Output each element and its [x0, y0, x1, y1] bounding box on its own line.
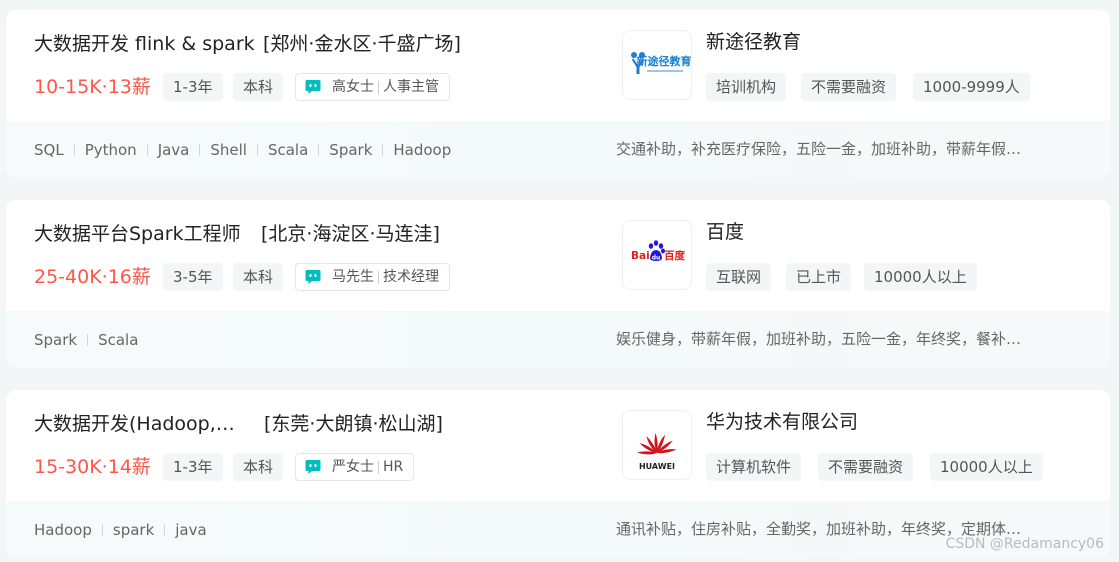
company-name[interactable]: 新途径教育 [706, 28, 801, 56]
company-benefits: 交通补助，补充医疗保险，五险一金，加班补助，带薪年假… [616, 140, 1022, 158]
csdn-watermark: CSDN @Redamancy06 [945, 536, 1104, 552]
skill-tag: Spark [329, 141, 373, 159]
job-card-header: 大数据开发 flink & spark [郑州·金水区·千盛广场] 10-15K… [6, 10, 1110, 121]
company-funding-tag: 不需要融资 [801, 73, 897, 101]
skill-tag: Shell [210, 141, 247, 159]
job-location: [郑州·金水区·千盛广场] [263, 33, 461, 55]
job-title[interactable]: 大数据开发(Hadoop,… [34, 410, 241, 438]
company-size-tag: 10000人以上 [864, 263, 977, 291]
chat-icon [305, 80, 321, 94]
divider [73, 144, 75, 156]
company-logo[interactable]: 新途径教育 [622, 30, 692, 100]
skill-tag: Hadoop [34, 521, 92, 539]
job-location: [北京·海淀区·马连洼] [261, 223, 440, 245]
recruiter-title: 人事主管 [383, 79, 439, 95]
job-list: 大数据开发 flink & spark [郑州·金水区·千盛广场] 10-15K… [0, 0, 1119, 562]
experience-tag: 1-3年 [163, 73, 223, 101]
skill-tags: SQL Python Java Shell Scala Spark Hadoop [34, 140, 451, 160]
divider [378, 460, 379, 474]
job-card-header: 大数据开发(Hadoop,… [东莞·大朗镇·松山湖] 15-30K·14薪 1… [6, 390, 1110, 501]
job-card-header: 大数据平台Spark工程师 [北京·海淀区·马连洼] 25-40K·16薪 3-… [6, 200, 1110, 311]
recruiter-name: 马先生 [332, 269, 374, 285]
chat-icon [305, 270, 321, 284]
divider [199, 144, 201, 156]
job-card[interactable]: 大数据平台Spark工程师 [北京·海淀区·马连洼] 25-40K·16薪 3-… [6, 200, 1110, 368]
job-salary: 15-30K·14薪 [34, 456, 151, 478]
degree-tag: 本科 [233, 73, 284, 101]
company-industry-tag: 互联网 [706, 263, 772, 291]
skill-tag: Hadoop [393, 141, 452, 159]
skill-tag: SQL [34, 141, 64, 159]
skill-tag: spark [112, 521, 155, 539]
degree-tag: 本科 [233, 263, 284, 291]
divider [256, 144, 258, 156]
company-name[interactable]: 百度 [706, 218, 744, 246]
job-card-footer: Spark Scala 娱乐健身，带薪年假，加班补助，五险一金，年终奖，餐补… [6, 311, 1110, 368]
divider [87, 334, 89, 346]
skill-tag: Spark [34, 331, 78, 349]
job-salary: 10-15K·13薪 [34, 76, 151, 98]
divider [382, 144, 384, 156]
company-benefits: 娱乐健身，带薪年假，加班补助，五险一金，年终奖，餐补… [616, 330, 1022, 348]
company-funding-tag: 不需要融资 [818, 453, 914, 481]
recruiter-chat-button[interactable]: 严女士 HR [295, 453, 415, 481]
recruiter-title: 技术经理 [383, 269, 439, 285]
divider [164, 524, 166, 536]
recruiter-chat-button[interactable]: 高女士 人事主管 [295, 73, 450, 101]
job-location: [东莞·大朗镇·松山湖] [264, 413, 443, 435]
baidu-logo-icon: du Bai 百度 [631, 240, 685, 262]
skill-tag: Scala [267, 141, 309, 159]
company-industry-tag: 计算机软件 [706, 453, 802, 481]
skill-tag: Java [157, 141, 190, 159]
skill-tag: Python [84, 141, 137, 159]
skill-tag: java [175, 521, 207, 539]
logo-wordmark: 新途径教育 [637, 54, 692, 68]
skill-tags: Hadoop spark java [34, 520, 207, 540]
company-funding-tag: 已上市 [786, 263, 852, 291]
divider [146, 144, 148, 156]
xintujing-logo-icon: 新途径教育 [631, 52, 692, 74]
company-logo[interactable]: du Bai 百度 [622, 220, 692, 290]
company-size-tag: 10000人以上 [930, 453, 1043, 481]
chat-icon [305, 460, 321, 474]
experience-tag: 1-3年 [163, 453, 223, 481]
divider [378, 80, 379, 94]
job-title[interactable]: 大数据开发 flink & spark [34, 30, 255, 58]
recruiter-chat-button[interactable]: 马先生 技术经理 [295, 263, 450, 291]
job-card[interactable]: 大数据开发 flink & spark [郑州·金水区·千盛广场] 10-15K… [6, 10, 1110, 178]
job-title[interactable]: 大数据平台Spark工程师 [34, 220, 241, 248]
company-industry-tag: 培训机构 [706, 73, 787, 101]
divider [101, 524, 103, 536]
recruiter-name: 高女士 [332, 79, 374, 95]
svg-text:HUAWEI: HUAWEI [639, 462, 675, 471]
divider [378, 270, 379, 284]
recruiter-name: 严女士 [332, 459, 374, 475]
svg-text:du: du [652, 255, 661, 262]
skill-tag: Scala [98, 331, 139, 349]
company-name[interactable]: 华为技术有限公司 [706, 408, 858, 436]
company-logo[interactable]: HUAWEI [622, 410, 692, 480]
svg-text:Bai: Bai [631, 250, 650, 262]
company-size-tag: 1000-9999人 [913, 73, 1030, 101]
recruiter-title: HR [383, 459, 404, 475]
job-card-footer: SQL Python Java Shell Scala Spark Hadoop… [6, 121, 1110, 178]
job-salary: 25-40K·16薪 [34, 266, 151, 288]
huawei-logo-icon: HUAWEI [636, 433, 677, 471]
experience-tag: 3-5年 [163, 263, 223, 291]
skill-tags: Spark Scala [34, 330, 138, 350]
job-card[interactable]: 大数据开发(Hadoop,… [东莞·大朗镇·松山湖] 15-30K·14薪 1… [6, 390, 1110, 558]
svg-text:百度: 百度 [664, 249, 685, 262]
degree-tag: 本科 [233, 453, 284, 481]
divider [318, 144, 320, 156]
job-card-footer: Hadoop spark java 通讯补贴，住房补贴，全勤奖，加班补助，年终奖… [6, 501, 1110, 558]
